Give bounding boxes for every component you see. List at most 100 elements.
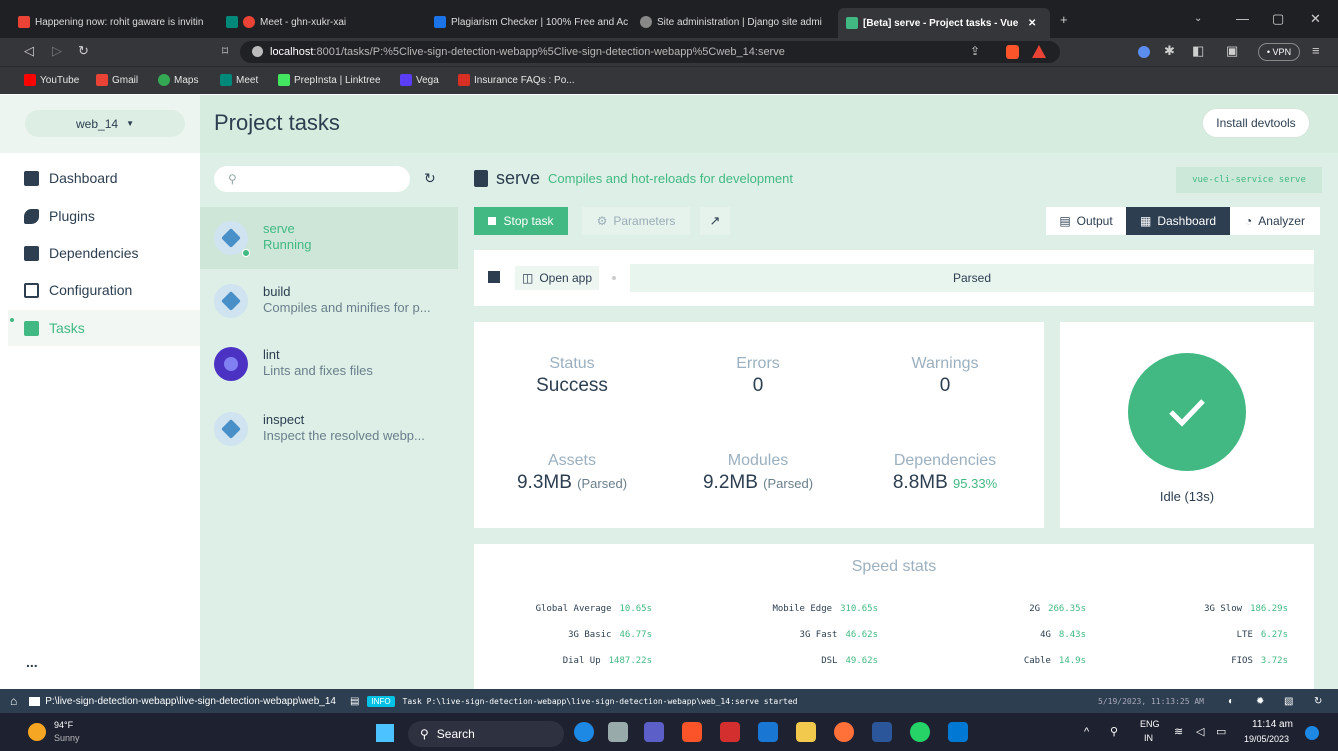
youtube-icon xyxy=(24,74,36,86)
url-bar[interactable]: localhost :8001/tasks/P:%5Clive-sign-det… xyxy=(240,41,1060,63)
minimize-icon[interactable]: — xyxy=(1236,11,1249,26)
acrobat-icon[interactable] xyxy=(720,722,740,742)
bookmark-maps[interactable]: Maps xyxy=(158,74,198,86)
cortana-icon[interactable] xyxy=(574,722,594,742)
language-secondary[interactable]: IN xyxy=(1144,733,1153,743)
sidebar-item-dependencies[interactable]: Dependencies xyxy=(8,235,200,271)
bookmark-icon[interactable]: ⌑ xyxy=(222,44,228,58)
task-description: Compiles and minifies for p... xyxy=(263,300,431,315)
refresh-icon[interactable]: ↻ xyxy=(424,170,436,187)
puzzle-icon[interactable]: ✱ xyxy=(1164,43,1175,59)
sidebar-item-plugins[interactable]: Plugins xyxy=(8,198,200,234)
vscode-icon[interactable] xyxy=(948,722,968,742)
menu-icon[interactable]: ≡ xyxy=(1312,43,1320,58)
browser-tab-plagiarism[interactable]: Plagiarism Checker | 100% Free and Ac xyxy=(434,10,630,34)
bookmark-linktree[interactable]: PrepInsta | Linktree xyxy=(278,74,381,86)
open-app-button[interactable]: ◫ Open app xyxy=(515,266,599,290)
browser-tab-vue[interactable]: [Beta] serve - Project tasks - Vue ✕ xyxy=(838,8,1050,38)
brave-shield-icon[interactable] xyxy=(1006,45,1019,59)
task-search-input[interactable]: ⚲ xyxy=(214,166,410,192)
extension-icon[interactable] xyxy=(1138,46,1150,58)
task-item-lint[interactable]: lint Lints and fixes files xyxy=(200,333,458,395)
chevron-up-icon[interactable]: ^ xyxy=(1084,726,1089,738)
file-explorer-icon[interactable] xyxy=(796,722,816,742)
stat-value: 0 xyxy=(752,375,764,396)
brave-icon[interactable] xyxy=(682,722,702,742)
tab-label: Meet - ghn-xukr-xai xyxy=(260,16,347,28)
bookmark-vega[interactable]: Vega xyxy=(400,74,439,86)
sidebar-item-configuration[interactable]: Configuration xyxy=(8,272,200,308)
size-mode-selector[interactable]: Parsed xyxy=(630,264,1314,292)
browser-tab-gmail[interactable]: Happening now: rohit gaware is invitin xyxy=(18,10,218,34)
translate-icon[interactable]: ▧ xyxy=(1284,696,1293,707)
volume-icon[interactable]: ◁ xyxy=(1196,725,1204,738)
log-message[interactable]: Task P:\live-sign-detection-webapp\live-… xyxy=(403,697,798,706)
project-path[interactable]: P:\live-sign-detection-webapp\live-sign-… xyxy=(45,696,336,707)
clock-time[interactable]: 11:14 am xyxy=(1252,719,1293,730)
stat-label: Dependencies xyxy=(893,452,997,469)
vpn-button[interactable]: • VPN xyxy=(1258,43,1300,61)
task-item-serve[interactable]: serve Running xyxy=(200,207,458,269)
language-primary[interactable]: ENG xyxy=(1140,719,1160,729)
tab-output[interactable]: ▤ Output xyxy=(1046,207,1126,235)
more-icon[interactable]: ... xyxy=(26,654,38,670)
clock-date[interactable]: 19/05/2023 xyxy=(1244,734,1289,744)
sidebar-item-tasks[interactable]: Tasks xyxy=(8,310,200,346)
open-external-button[interactable]: ↗ xyxy=(700,207,730,235)
speed-stat-label: Cable xyxy=(1023,656,1051,666)
notification-icon[interactable] xyxy=(1305,726,1319,740)
brave-rewards-icon[interactable] xyxy=(1032,45,1046,58)
project-selector[interactable]: web_14 ▼ xyxy=(25,110,185,137)
maps-icon xyxy=(158,74,170,86)
bookmark-insurance[interactable]: Insurance FAQs : Po... xyxy=(458,74,575,86)
bookmark-gmail[interactable]: Gmail xyxy=(96,74,138,86)
tab-analyzer[interactable]: ◔ Analyzer xyxy=(1230,207,1320,235)
close-tab-icon[interactable]: ✕ xyxy=(1028,18,1036,29)
parameters-button[interactable]: ⚙ Parameters xyxy=(582,207,690,235)
chevron-down-icon[interactable]: ⌄ xyxy=(1194,13,1202,24)
bookmark-meet[interactable]: Meet xyxy=(220,74,258,86)
new-tab-icon[interactable]: + xyxy=(1060,12,1068,27)
taskbar-search[interactable]: ⚲ Search xyxy=(408,721,564,747)
sidebar-item-dashboard[interactable]: Dashboard xyxy=(8,160,200,196)
refresh-icon[interactable]: ↻ xyxy=(1314,696,1322,707)
close-window-icon[interactable]: ✕ xyxy=(1310,11,1321,27)
forward-icon[interactable]: ▷ xyxy=(52,43,62,59)
wifi-icon[interactable]: ≋ xyxy=(1174,725,1183,738)
speed-stat-item: 2G 266.35s xyxy=(1029,604,1086,614)
firefox-icon[interactable] xyxy=(834,722,854,742)
browser-tab-django[interactable]: Site administration | Django site admi xyxy=(640,10,836,34)
task-view-icon[interactable] xyxy=(608,722,628,742)
reload-icon[interactable]: ↻ xyxy=(78,43,89,59)
task-item-inspect[interactable]: inspect Inspect the resolved webp... xyxy=(200,398,458,460)
weather-sun-icon[interactable] xyxy=(28,723,46,741)
battery-icon[interactable]: ▭ xyxy=(1216,725,1226,738)
teams-icon[interactable] xyxy=(644,722,664,742)
log-badge: INFO xyxy=(367,695,395,707)
bug-icon[interactable]: ✹ xyxy=(1256,696,1264,707)
maximize-icon[interactable]: ▢ xyxy=(1272,11,1284,27)
word-icon[interactable] xyxy=(872,722,892,742)
install-devtools-button[interactable]: Install devtools xyxy=(1202,108,1310,138)
back-icon[interactable]: ◁ xyxy=(24,43,34,59)
wallet-icon[interactable]: ▣ xyxy=(1226,43,1238,59)
home-icon[interactable]: ⌂ xyxy=(10,694,17,708)
search-icon: ⚲ xyxy=(228,172,237,186)
whatsapp-icon[interactable] xyxy=(910,722,930,742)
task-icon xyxy=(214,284,248,318)
microphone-icon[interactable]: ⚲ xyxy=(1110,725,1118,738)
bookmark-youtube[interactable]: YouTube xyxy=(24,74,79,86)
stat-note: 95.33% xyxy=(953,476,998,491)
site-info-icon[interactable] xyxy=(252,46,263,57)
dark-mode-icon[interactable]: ◐ xyxy=(1228,696,1234,707)
stop-task-button[interactable]: Stop task xyxy=(474,207,568,235)
windows-start-icon[interactable] xyxy=(376,724,394,742)
console-icon[interactable]: ▤ xyxy=(350,696,359,707)
share-icon[interactable]: ⇪ xyxy=(970,44,980,58)
tab-dashboard[interactable]: ▦ Dashboard xyxy=(1126,207,1230,235)
linkedin-icon[interactable] xyxy=(758,722,778,742)
browser-tab-meet[interactable]: Meet - ghn-xukr-xai xyxy=(226,10,416,34)
task-item-build[interactable]: build Compiles and minifies for p... xyxy=(200,270,458,332)
sidebar-toggle-icon[interactable]: ◧ xyxy=(1192,43,1204,59)
terminal-icon: ▤ xyxy=(1059,214,1071,228)
